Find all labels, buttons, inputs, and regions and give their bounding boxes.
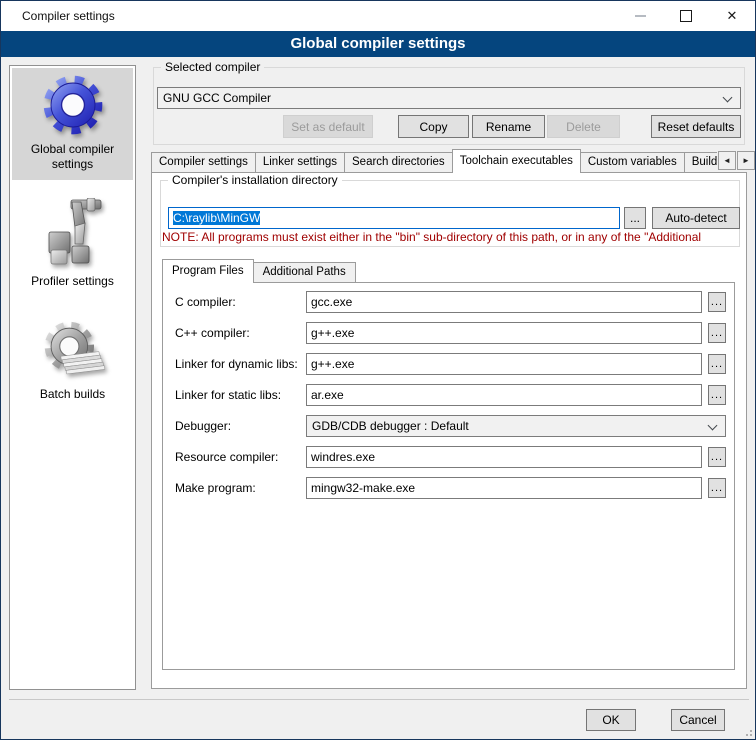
installation-directory-group-label: Compiler's installation directory: [168, 173, 342, 187]
compiler-select[interactable]: GNU GCC Compiler: [157, 87, 741, 109]
resize-grip-icon[interactable]: [742, 726, 752, 736]
make-program-value: mingw32-make.exe: [311, 481, 415, 495]
sidebar-item-label: Global compiler settings: [12, 141, 133, 176]
compiler-settings-window: Compiler settings ✕ Global compiler sett…: [0, 0, 756, 740]
debugger-select-value: GDB/CDB debugger : Default: [312, 419, 469, 433]
toolchain-subtabs: Program Files Additional Paths: [162, 258, 355, 283]
debugger-label: Debugger:: [175, 415, 305, 437]
cpp-compiler-browse-button[interactable]: ...: [708, 323, 726, 343]
make-program-label: Make program:: [175, 477, 305, 499]
c-compiler-browse-button[interactable]: ...: [708, 292, 726, 312]
tab-scroll-buttons: ◄ ►: [717, 151, 755, 170]
settings-tabs: Compiler settings Linker settings Search…: [151, 149, 717, 173]
maximize-icon[interactable]: [663, 1, 709, 31]
batch-builds-gear-icon: [40, 319, 106, 383]
tab-compiler-settings[interactable]: Compiler settings: [151, 152, 256, 173]
program-files-page: C compiler: gcc.exe ... C++ compiler: g+…: [162, 282, 735, 670]
linker-dynamic-label: Linker for dynamic libs:: [175, 353, 305, 375]
footer-separator: [9, 699, 749, 700]
linker-static-browse-button[interactable]: ...: [708, 385, 726, 405]
subtab-program-files[interactable]: Program Files: [162, 259, 254, 283]
bin-subdirectory-note: NOTE: All programs must exist either in …: [162, 230, 744, 245]
settings-category-list: Global compiler settings: [9, 65, 136, 690]
cpp-compiler-input[interactable]: g++.exe: [306, 322, 702, 344]
tab-scroll-left-icon[interactable]: ◄: [718, 151, 736, 170]
delete-button[interactable]: Delete: [547, 115, 620, 138]
resource-compiler-value: windres.exe: [311, 450, 375, 464]
installation-directory-input[interactable]: C:\raylib\MinGW: [168, 207, 620, 229]
caption-buttons: ✕: [617, 1, 755, 31]
sidebar-item-label: Batch builds: [12, 386, 133, 406]
linker-dynamic-browse-button[interactable]: ...: [708, 354, 726, 374]
resource-compiler-label: Resource compiler:: [175, 446, 305, 468]
tab-linker-settings[interactable]: Linker settings: [255, 152, 345, 173]
auto-detect-button[interactable]: Auto-detect: [652, 207, 740, 229]
c-compiler-input[interactable]: gcc.exe: [306, 291, 702, 313]
sidebar-item-profiler-settings[interactable]: Profiler settings: [12, 194, 133, 293]
linker-dynamic-input[interactable]: g++.exe: [306, 353, 702, 375]
linker-dynamic-value: g++.exe: [311, 357, 354, 371]
compiler-select-value: GNU GCC Compiler: [163, 91, 271, 105]
sidebar-item-label: Profiler settings: [12, 273, 133, 293]
toolchain-executables-page: Compiler's installation directory C:\ray…: [151, 172, 747, 689]
reset-defaults-button[interactable]: Reset defaults: [651, 115, 741, 138]
tab-custom-variables[interactable]: Custom variables: [580, 152, 685, 173]
linker-static-input[interactable]: ar.exe: [306, 384, 702, 406]
sidebar-item-batch-builds[interactable]: Batch builds: [12, 315, 133, 406]
cancel-button[interactable]: Cancel: [671, 709, 725, 731]
copy-button[interactable]: Copy: [398, 115, 469, 138]
rename-button[interactable]: Rename: [472, 115, 545, 138]
installation-directory-value: C:\raylib\MinGW: [173, 211, 260, 225]
ok-button[interactable]: OK: [586, 709, 636, 731]
sidebar-item-global-compiler-settings[interactable]: Global compiler settings: [12, 68, 133, 180]
profiler-caliper-icon: [41, 198, 105, 270]
c-compiler-label: C compiler:: [175, 291, 305, 313]
tab-toolchain-executables[interactable]: Toolchain executables: [452, 149, 581, 173]
cpp-compiler-label: C++ compiler:: [175, 322, 305, 344]
resource-compiler-browse-button[interactable]: ...: [708, 447, 726, 467]
debugger-select[interactable]: GDB/CDB debugger : Default: [306, 415, 726, 437]
subtab-additional-paths[interactable]: Additional Paths: [253, 262, 356, 283]
set-as-default-button[interactable]: Set as default: [283, 115, 373, 138]
c-compiler-value: gcc.exe: [311, 295, 352, 309]
titlebar: Compiler settings ✕: [1, 1, 755, 31]
tab-scroll-right-icon[interactable]: ►: [737, 151, 755, 170]
linker-static-label: Linker for static libs:: [175, 384, 305, 406]
minimize-icon[interactable]: [617, 1, 663, 31]
page-title: Global compiler settings: [1, 31, 755, 57]
linker-static-value: ar.exe: [311, 388, 344, 402]
resource-compiler-input[interactable]: windres.exe: [306, 446, 702, 468]
browse-directory-button[interactable]: ...: [624, 207, 646, 229]
close-icon[interactable]: ✕: [709, 1, 755, 31]
tab-search-directories[interactable]: Search directories: [344, 152, 453, 173]
window-title: Compiler settings: [22, 1, 115, 31]
make-program-browse-button[interactable]: ...: [708, 478, 726, 498]
selected-compiler-group-label: Selected compiler: [161, 60, 264, 74]
tab-build-options[interactable]: Build options: [684, 152, 717, 173]
cpp-compiler-value: g++.exe: [311, 326, 354, 340]
make-program-input[interactable]: mingw32-make.exe: [306, 477, 702, 499]
blue-gear-icon: [40, 72, 106, 138]
